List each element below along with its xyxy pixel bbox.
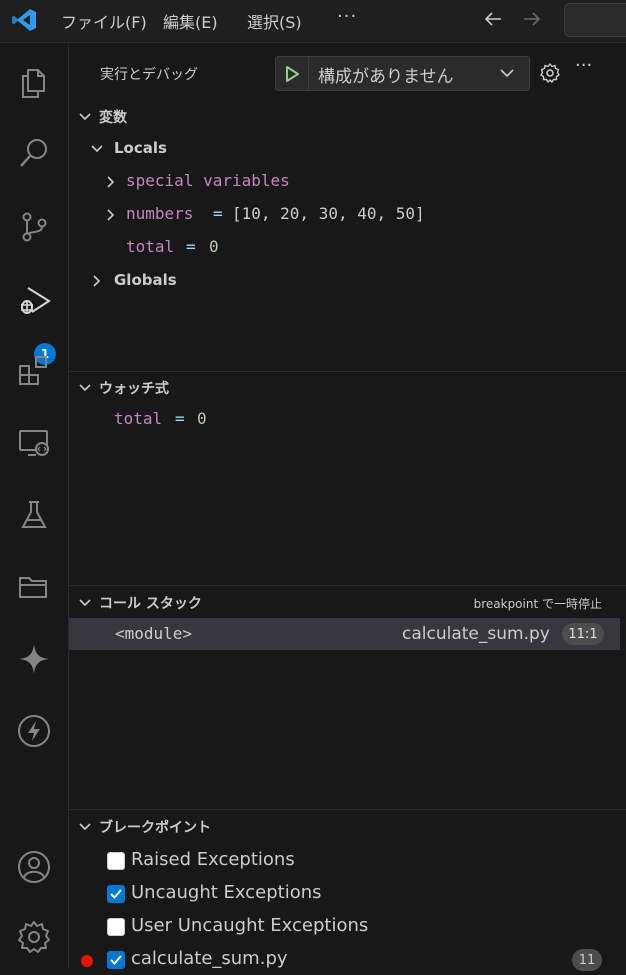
checkbox-checked[interactable] xyxy=(107,951,125,969)
watch-expression-value: 0 xyxy=(197,409,207,428)
stack-frame-position-badge: 11:1 xyxy=(562,623,604,645)
chevron-down-icon xyxy=(77,109,93,129)
special-variables-row[interactable]: special variables xyxy=(69,169,626,195)
checkmark-icon xyxy=(110,955,122,965)
breakpoints-section-title: ブレークポイント xyxy=(99,820,211,836)
menu-more-button[interactable]: ··· xyxy=(337,6,357,27)
lightning-icon[interactable] xyxy=(12,709,56,753)
breakpoint-row-uncaught-exceptions[interactable]: Uncaught Exceptions xyxy=(69,881,626,909)
activity-bar: 1 xyxy=(0,43,69,969)
breakpoint-dot-icon xyxy=(81,955,93,967)
variable-row-numbers[interactable]: numbers = [10, 20, 30, 40, 50] xyxy=(69,202,626,228)
watch-section-header[interactable]: ウォッチ式 xyxy=(69,375,626,401)
watch-expression-name: total xyxy=(114,409,163,428)
search-icon[interactable] xyxy=(12,131,56,175)
explorer-icon[interactable] xyxy=(12,61,56,105)
variables-section-title: 変数 xyxy=(99,110,127,126)
callstack-section-header[interactable]: コール スタック breakpoint で一時停止 xyxy=(69,590,626,616)
breakpoint-row-raised-exceptions[interactable]: Raised Exceptions xyxy=(69,848,626,876)
checkmark-icon xyxy=(110,889,122,899)
chevron-down-icon xyxy=(77,819,93,839)
variables-section-header[interactable]: 変数 xyxy=(69,104,626,130)
globals-scope-row[interactable]: Globals xyxy=(69,268,626,294)
chevron-down-icon xyxy=(77,380,93,400)
callstack-section-title: コール スタック xyxy=(99,596,202,612)
checkbox[interactable] xyxy=(107,918,125,936)
run-debug-icon[interactable] xyxy=(12,279,56,323)
checkbox[interactable] xyxy=(107,852,125,870)
stack-frame-file: calculate_sum.py xyxy=(402,624,550,644)
extensions-icon[interactable] xyxy=(12,349,56,393)
play-icon xyxy=(286,65,299,82)
launch-config-dropdown[interactable]: 構成がありません xyxy=(275,56,530,91)
breakpoint-line-badge: 11 xyxy=(572,949,602,971)
breakpoint-label: calculate_sum.py xyxy=(131,948,288,969)
title-bar: ファイル(F) 編集(E) 選択(S) ··· xyxy=(0,0,626,43)
testing-flask-icon[interactable] xyxy=(12,493,56,537)
stack-frame-name: <module> xyxy=(115,624,193,643)
account-icon[interactable] xyxy=(12,845,56,889)
special-variables-label: special variables xyxy=(126,171,290,190)
section-divider xyxy=(69,371,626,372)
section-divider xyxy=(69,585,626,586)
copilot-sparkle-icon[interactable] xyxy=(12,637,56,681)
equals-sign: = xyxy=(186,237,196,256)
menu-edit[interactable]: 編集(E) xyxy=(163,9,218,33)
breakpoint-row-user-uncaught-exceptions[interactable]: User Uncaught Exceptions xyxy=(69,914,626,942)
watch-expression-row[interactable]: total = 0 xyxy=(69,407,626,433)
open-launch-json-gear-icon[interactable] xyxy=(539,62,561,88)
stack-frame-row[interactable]: <module> calculate_sum.py 11:1 xyxy=(69,618,620,650)
command-center-search[interactable] xyxy=(564,3,626,37)
variable-row-total[interactable]: total = 0 xyxy=(69,235,626,261)
sidebar-more-button[interactable]: ··· xyxy=(575,55,592,76)
chevron-down-icon xyxy=(89,141,105,161)
breakpoint-label: User Uncaught Exceptions xyxy=(131,915,369,936)
section-divider xyxy=(69,809,626,810)
breakpoint-row-calculate-sum[interactable]: calculate_sum.py 11 xyxy=(69,947,626,975)
remote-explorer-icon[interactable] xyxy=(12,421,56,465)
sidebar-title: 実行とデバッグ xyxy=(100,67,198,83)
forward-arrow-icon[interactable] xyxy=(521,8,543,35)
breakpoint-label: Uncaught Exceptions xyxy=(131,882,322,903)
settings-gear-icon[interactable] xyxy=(12,915,56,959)
source-control-icon[interactable] xyxy=(12,205,56,249)
equals-sign: = xyxy=(213,204,223,223)
folders-icon[interactable] xyxy=(12,565,56,609)
paused-status: breakpoint で一時停止 xyxy=(473,597,602,611)
back-arrow-icon[interactable] xyxy=(482,8,504,35)
chevron-down-icon xyxy=(498,64,516,86)
variable-name: total xyxy=(126,237,175,256)
equals-sign: = xyxy=(175,409,185,428)
chevron-down-icon xyxy=(77,595,93,615)
start-debugging-button[interactable] xyxy=(276,57,309,90)
sidebar-scrollbar[interactable] xyxy=(620,100,626,969)
locals-scope-row[interactable]: Locals xyxy=(69,136,626,162)
locals-label: Locals xyxy=(114,139,167,157)
variable-value: 0 xyxy=(209,237,219,256)
variable-name: numbers xyxy=(126,204,194,223)
run-debug-sidebar: 実行とデバッグ 構成がありません ··· 変数 Locals special v… xyxy=(69,43,626,971)
menu-file[interactable]: ファイル(F) xyxy=(61,9,147,33)
checkbox-checked[interactable] xyxy=(107,885,125,903)
launch-config-label: 構成がありません xyxy=(318,67,454,87)
menu-selection[interactable]: 選択(S) xyxy=(247,9,302,33)
chevron-right-icon xyxy=(103,207,119,227)
breakpoint-label: Raised Exceptions xyxy=(131,849,295,870)
variable-value: [10, 20, 30, 40, 50] xyxy=(232,204,425,223)
globals-label: Globals xyxy=(114,271,177,289)
vscode-logo-icon[interactable] xyxy=(10,6,38,34)
chevron-right-icon xyxy=(103,174,119,194)
breakpoints-section-header[interactable]: ブレークポイント xyxy=(69,814,626,840)
watch-section-title: ウォッチ式 xyxy=(99,381,169,397)
chevron-right-icon xyxy=(89,273,105,293)
